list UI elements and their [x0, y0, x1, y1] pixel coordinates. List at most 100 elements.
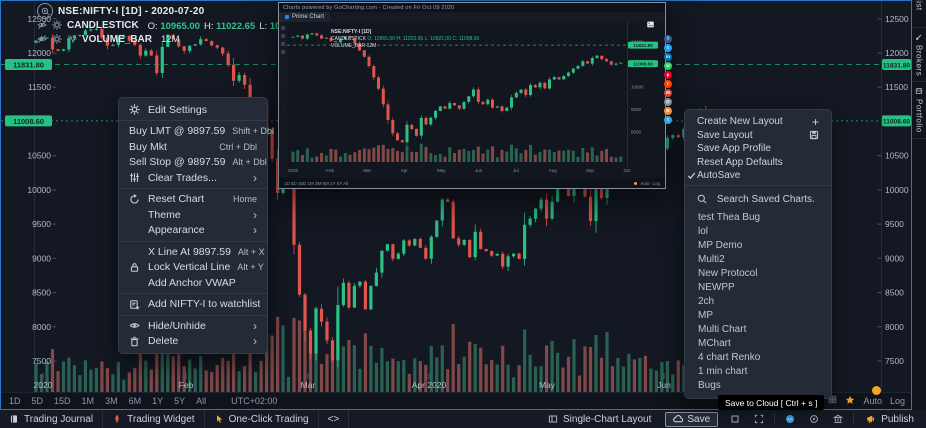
toolbar-icon-crosshair[interactable] [802, 410, 826, 428]
context-menu-item-buy-mkt[interactable]: Buy MktCtrl + Dbl [119, 139, 267, 155]
timezone-button[interactable]: UTC+02:00 [231, 396, 277, 406]
favorite-star-icon[interactable] [845, 395, 855, 407]
context-menu-item-add-nifty-i-to-watchlist[interactable]: Add NIFTY-I to watchlist [119, 297, 267, 313]
context-menu-item-delete[interactable]: Delete› [119, 334, 267, 350]
timeframe-button-6m[interactable]: 6M [129, 396, 142, 406]
toolbar-button-save[interactable]: Save [665, 412, 718, 427]
share-linkedin-icon[interactable]: in [664, 53, 672, 61]
share-gmail-icon[interactable]: M [664, 89, 672, 97]
saved-chart-item-1-min-chart[interactable]: 1 min chart [685, 365, 831, 379]
layout-menu-item-autosave[interactable]: AutoSave [685, 169, 831, 183]
saved-chart-item-2ch[interactable]: 2ch [685, 295, 831, 309]
toolbar-button-one-click-trading[interactable]: One-Click Trading [205, 410, 319, 428]
lock-icon [129, 262, 140, 273]
context-menu-item-hide-unhide[interactable]: Hide/Unhide› [119, 318, 267, 334]
symbol-title: NSE:NIFTY-I [1D] - 2020-07-20 [58, 6, 204, 17]
search-saved-charts-input[interactable] [715, 193, 831, 206]
toolbar-icon-snapshot[interactable] [723, 410, 747, 428]
context-menu-item-add-anchor-vwap[interactable]: Add Anchor VWAP [119, 275, 267, 291]
share-reddit-icon[interactable]: r [664, 80, 672, 88]
popup-drawing-toolbar [279, 22, 287, 174]
popup-chart-canvas: 120001100010000900080002020FebMarAprMayJ… [287, 22, 665, 178]
menu-item-label: Buy Mkt [129, 141, 167, 153]
svg-text:10500: 10500 [27, 151, 51, 161]
journal-icon [9, 414, 19, 424]
context-menu-item-x-line-at-9897-59[interactable]: X Line At 9897.59Alt + X [119, 244, 267, 260]
toolbar-button-publish[interactable]: Publish [857, 410, 923, 428]
menu-item-label: Add NIFTY-I to watchlist [148, 298, 260, 310]
context-menu-item-theme[interactable]: Theme› [119, 207, 267, 223]
toolbar-icon-support-chat[interactable] [778, 410, 802, 428]
saved-chart-item-lol[interactable]: lol [685, 225, 831, 239]
toolbar-button-trading-journal[interactable]: Trading Journal [0, 410, 103, 428]
gear-icon[interactable] [52, 34, 62, 44]
svg-text:9000: 9000 [32, 253, 51, 263]
social-share-column: ftinwprM@Bt [664, 35, 672, 124]
share-pinterest-icon[interactable]: p [664, 71, 672, 79]
plus-icon: + [812, 116, 819, 128]
timeframe-button-all[interactable]: All [196, 396, 206, 406]
share-whatsapp-icon[interactable]: w [664, 62, 672, 70]
log-scale-button[interactable]: Log [890, 396, 905, 406]
zoom-scope-icon[interactable] [37, 3, 53, 19]
context-menu-item-appearance[interactable]: Appearance› [119, 223, 267, 239]
context-menu-item-lock-vertical-line[interactable]: Lock Vertical LineAlt + Y [119, 260, 267, 276]
sidebar-tab-brokers[interactable]: Brokers [912, 28, 926, 82]
mega-icon [866, 414, 876, 424]
toolbar-button-trading-widget[interactable]: Trading Widget [103, 410, 204, 428]
chart-context-menu: Edit Settings Buy LMT @ 9897.59Shift + Db… [118, 97, 268, 354]
saved-chart-item-4-chart-renko[interactable]: 4 chart Renko [685, 351, 831, 365]
toolbar-button-single-chart-layout[interactable]: Single-Chart Layout [539, 410, 660, 428]
menu-shortcut: Shift + Dbl [232, 126, 274, 136]
context-menu-item-sell-stop-9897-59[interactable]: Sell Stop @ 9897.59Alt + Dbl [119, 155, 267, 171]
layout-menu-item-save-layout[interactable]: Save Layout [685, 129, 831, 143]
svg-text:9500: 9500 [885, 219, 904, 229]
saved-chart-item-mchart[interactable]: MChart [685, 337, 831, 351]
share-twitter-icon[interactable]: t [664, 44, 672, 52]
saved-chart-item-mp-demo[interactable]: MP Demo [685, 239, 831, 253]
sidebar-tab-portfolio[interactable]: Portfolio [912, 82, 926, 139]
share-telegram-icon[interactable]: t [664, 116, 672, 124]
menu-item-label: Delete [148, 335, 178, 347]
sidebar-tab-watchlist[interactable]: Watchlist [912, 0, 926, 28]
share-blogger-icon[interactable]: B [664, 107, 672, 115]
timeframe-button-1y[interactable]: 1Y [152, 396, 163, 406]
context-menu-item-reset-chart[interactable]: Reset ChartHome [119, 192, 267, 208]
toolbar-icon-fullscreen[interactable] [747, 410, 771, 428]
svg-text:NSE:NIFTY-I [1D]: NSE:NIFTY-I [1D] [331, 29, 372, 35]
saved-charts-search[interactable] [685, 189, 831, 211]
saved-chart-item-new-protocol[interactable]: New Protocol [685, 267, 831, 281]
timeframe-button-5y[interactable]: 5Y [174, 396, 185, 406]
bottom-toolbar: Trading JournalTrading WidgetOne-Click T… [0, 410, 926, 428]
context-menu-item-edit-settings[interactable]: Edit Settings [119, 102, 267, 118]
timeframe-button-1m[interactable]: 1M [82, 396, 95, 406]
gear-icon[interactable] [52, 20, 62, 30]
saved-chart-item-newpp[interactable]: NEWPP [685, 281, 831, 295]
share-facebook-icon[interactable]: f [664, 35, 672, 43]
saved-chart-item-mp[interactable]: MP [685, 309, 831, 323]
saved-chart-item-bugs[interactable]: Bugs [685, 379, 831, 393]
context-menu-item-buy-lmt-9897-59[interactable]: Buy LMT @ 9897.59Shift + Dbl [119, 124, 267, 140]
saved-chart-item-test-thea-bug[interactable]: test Thea Bug [685, 211, 831, 225]
saved-chart-item-multi2[interactable]: Multi2 [685, 253, 831, 267]
svg-text:11831.80: 11831.80 [633, 43, 653, 49]
toolbar-icon-broker-connect[interactable] [826, 410, 850, 428]
timeframe-button-1d[interactable]: 1D [9, 396, 21, 406]
timeframe-button-5d[interactable]: 5D [32, 396, 44, 406]
svg-text:10000: 10000 [27, 185, 51, 195]
context-menu-item-clear-trades[interactable]: Clear Trades...› [119, 170, 267, 186]
eye-slash-icon[interactable] [37, 34, 47, 44]
layout-menu-item-create-new-layout[interactable]: Create New Layout+ [685, 115, 831, 129]
saved-chart-item-multi-chart[interactable]: Multi Chart [685, 323, 831, 337]
eye-slash-icon[interactable] [37, 20, 47, 30]
toolbar-button-[interactable]: <> [319, 410, 350, 428]
timeframe-button-15d[interactable]: 15D [54, 396, 71, 406]
cloud-icon [673, 414, 683, 424]
timeframe-button-3m[interactable]: 3M [105, 396, 118, 406]
portfolio-icon [915, 87, 923, 95]
layout-menu-item-save-app-profile[interactable]: Save App Profile [685, 142, 831, 156]
share-email-icon[interactable]: @ [664, 98, 672, 106]
layout-menu-item-reset-app-defaults[interactable]: Reset App Defaults [685, 156, 831, 170]
svg-text:Aug: Aug [549, 168, 558, 173]
auto-scale-button[interactable]: Auto [863, 396, 882, 406]
